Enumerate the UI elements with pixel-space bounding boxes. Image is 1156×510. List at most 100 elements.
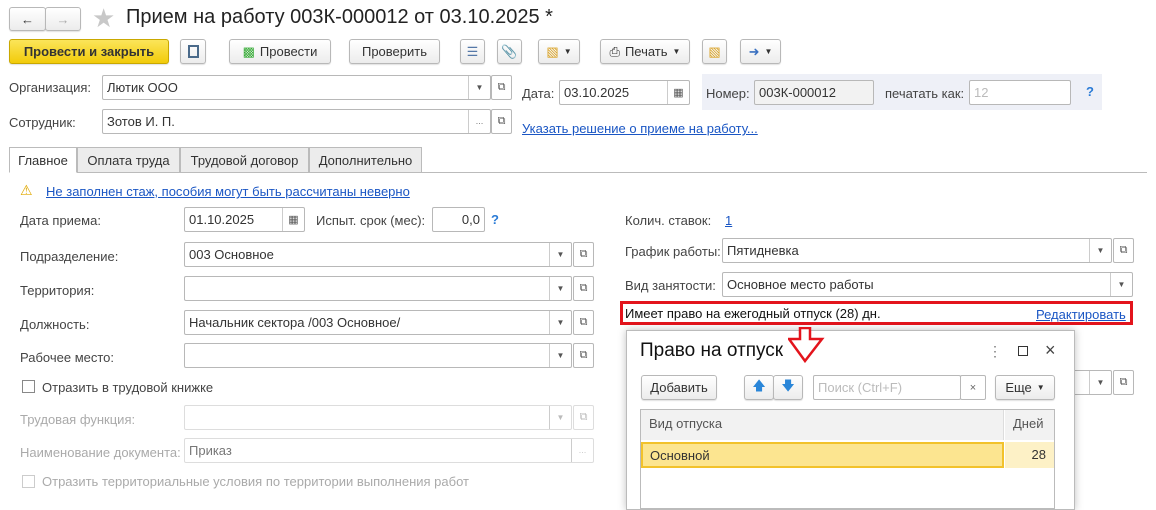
warning-link[interactable]: Не заполнен стаж, пособия могут быть рас… <box>46 184 410 199</box>
open-button[interactable]: ⧉ <box>1113 238 1134 263</box>
calendar-icon[interactable]: ▦ <box>282 208 304 231</box>
more-dots-icon[interactable]: ⋮ <box>988 343 1002 360</box>
hire-date-field[interactable]: 01.10.2025 ▦ <box>184 207 305 232</box>
territorial-checkbox[interactable] <box>22 475 35 488</box>
document-clock-icon: ▧ <box>708 43 721 59</box>
tab-payment[interactable]: Оплата труда <box>77 147 180 173</box>
open-icon: ⧉ <box>497 81 506 93</box>
open-button[interactable]: ⧉ <box>573 405 594 430</box>
employee-field[interactable]: Зотов И. П. … <box>102 109 491 134</box>
open-button[interactable]: ⧉ <box>1113 370 1134 395</box>
print-button[interactable]: ⎙ Печать ▼ <box>600 39 690 64</box>
search-input[interactable]: Поиск (Ctrl+F) <box>813 375 961 400</box>
workbook-checkbox[interactable] <box>22 380 35 393</box>
arrow-right-icon: → <box>56 11 70 27</box>
list-button[interactable]: ☰ <box>460 39 485 64</box>
doc-name-field[interactable]: Приказ… <box>184 438 594 463</box>
territorial-label: Отразить территориальные условия по терр… <box>42 474 469 489</box>
position-field[interactable]: Начальник сектора /003 Основное/ ▼ <box>184 310 572 335</box>
save-button[interactable] <box>180 39 206 64</box>
schedule-value: Пятидневка <box>727 243 799 258</box>
favorite-star-icon[interactable]: ★ <box>92 3 115 34</box>
employee-value: Зотов И. П. <box>107 114 175 129</box>
add-button[interactable]: Добавить <box>641 375 717 400</box>
number-field[interactable]: 003К-000012 <box>754 80 874 105</box>
date-value: 03.10.2025 <box>564 85 630 100</box>
open-icon: ⧉ <box>497 115 506 127</box>
territory-field[interactable]: ▼ <box>184 276 572 301</box>
schedule-field[interactable]: Пятидневка ▼ <box>722 238 1112 263</box>
chevron-down-icon[interactable]: ▼ <box>468 76 490 99</box>
chevron-down-icon[interactable]: ▼ <box>1089 371 1111 394</box>
date-field[interactable]: 03.10.2025 ▦ <box>559 80 690 105</box>
workplace-field[interactable]: ▼ <box>184 343 572 368</box>
more-label: Еще <box>1005 380 1032 395</box>
arrow-down-annotation-icon <box>788 327 825 363</box>
help-icon[interactable]: ? <box>1086 84 1094 99</box>
trial-label: Испыт. срок (мес): <box>316 213 426 228</box>
chevron-down-icon: ▼ <box>764 47 773 56</box>
more-button[interactable]: Еще ▼ <box>995 375 1055 400</box>
back-button[interactable]: ← <box>9 7 46 31</box>
list-icon: ☰ <box>466 43 479 59</box>
tab-contract[interactable]: Трудовой договор <box>180 147 309 173</box>
post-button[interactable]: ▩ Провести <box>229 39 331 64</box>
open-button[interactable]: ⧉ <box>573 310 594 335</box>
decision-link[interactable]: Указать решение о приеме на работу... <box>522 121 758 136</box>
table-row-days[interactable]: 28 <box>1005 442 1054 468</box>
chevron-down-icon[interactable]: ▼ <box>549 344 571 367</box>
clear-search-button[interactable]: × <box>960 375 986 400</box>
chevron-down-icon[interactable]: ▼ <box>549 277 571 300</box>
tab-additional[interactable]: Дополнительно <box>309 147 422 173</box>
move-up-button[interactable]: 🡅 <box>744 375 774 400</box>
create-based-button[interactable]: ➜ ▼ <box>740 39 781 64</box>
open-icon: ⧉ <box>1119 376 1128 388</box>
maximize-icon[interactable] <box>1018 346 1028 356</box>
column-header-days[interactable]: Дней <box>1005 410 1054 440</box>
select-button[interactable]: … <box>468 110 490 133</box>
document-clock-icon: ▧ <box>546 43 559 59</box>
open-button[interactable]: ⧉ <box>573 276 594 301</box>
chevron-down-icon: ▼ <box>549 406 571 429</box>
check-button[interactable]: Проверить <box>349 39 440 64</box>
dialog-title: Право на отпуск <box>640 340 784 361</box>
column-header-type[interactable]: Вид отпуска <box>641 410 1004 440</box>
select-button[interactable]: … <box>571 439 593 462</box>
chevron-down-icon[interactable]: ▼ <box>549 311 571 334</box>
chevron-down-icon[interactable]: ▼ <box>1110 273 1132 296</box>
workbook-label: Отразить в трудовой книжке <box>42 380 214 395</box>
print-as-label: печатать как: <box>885 86 965 101</box>
tab-main[interactable]: Главное <box>9 147 77 173</box>
calendar-icon[interactable]: ▦ <box>667 81 689 104</box>
vacation-text: Имеет право на ежегодный отпуск (28) дн. <box>625 306 881 321</box>
move-down-button[interactable]: 🡇 <box>773 375 803 400</box>
post-and-close-button[interactable]: Провести и закрыть <box>9 39 169 64</box>
open-button[interactable]: ⧉ <box>573 343 594 368</box>
page-title: Прием на работу 003К-000012 от 03.10.202… <box>126 6 553 28</box>
employment-field[interactable]: Основное место работы ▼ <box>722 272 1133 297</box>
help-icon[interactable]: ? <box>491 212 499 227</box>
open-button[interactable]: ⧉ <box>491 75 512 100</box>
org-field[interactable]: Лютик ООО ▼ <box>102 75 491 100</box>
open-icon: ⧉ <box>579 282 588 294</box>
warning-icon: ⚠ <box>20 182 33 198</box>
chevron-down-icon[interactable]: ▼ <box>1089 239 1111 262</box>
labor-func-field[interactable]: ▼ <box>184 405 572 430</box>
report-button[interactable]: ▧ <box>702 39 727 64</box>
rates-link[interactable]: 1 <box>725 213 732 228</box>
schedule-label: График работы: <box>625 244 721 259</box>
number-label: Номер: <box>706 86 750 101</box>
print-as-field[interactable]: 12 <box>969 80 1071 105</box>
table-row-type[interactable]: Основной <box>641 442 1004 468</box>
related-docs-button[interactable]: ▧ ▼ <box>538 39 580 64</box>
attach-button[interactable]: 📎 <box>497 39 522 64</box>
chevron-down-icon[interactable]: ▼ <box>549 243 571 266</box>
close-icon[interactable]: × <box>1045 340 1056 361</box>
dept-field[interactable]: 003 Основное ▼ <box>184 242 572 267</box>
employee-label: Сотрудник: <box>9 115 76 130</box>
forward-button[interactable]: → <box>45 7 81 31</box>
trial-field[interactable]: 0,0 <box>432 207 485 232</box>
open-button[interactable]: ⧉ <box>573 242 594 267</box>
edit-vacation-link[interactable]: Редактировать <box>1036 307 1126 322</box>
open-button[interactable]: ⧉ <box>491 109 512 134</box>
